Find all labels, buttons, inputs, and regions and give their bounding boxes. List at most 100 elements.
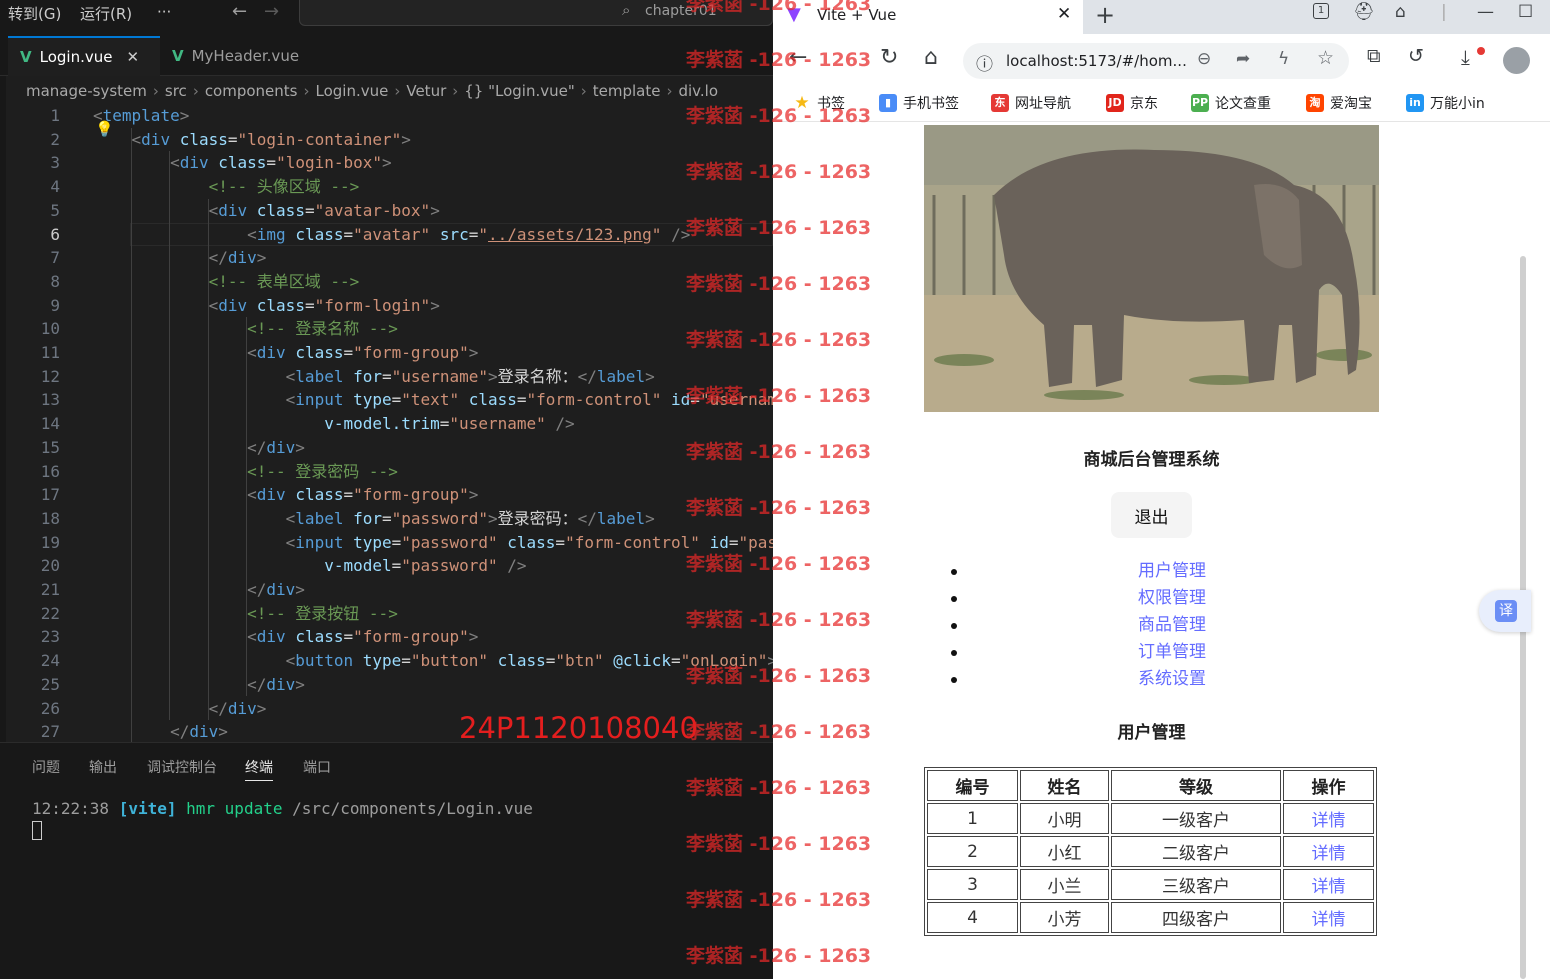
panel-tab-ports[interactable]: 端口 — [303, 757, 331, 777]
code-line[interactable]: 22 <!-- 登录按钮 --> — [0, 602, 773, 626]
code-line[interactable]: 21 </div> — [0, 578, 773, 602]
code-line[interactable]: 17 <div class="form-group"> — [0, 483, 773, 507]
code-line[interactable]: 6 <img class="avatar" src="../assets/123… — [0, 222, 773, 247]
reload-icon[interactable]: ↻ — [880, 45, 898, 70]
lightbulb-icon[interactable]: 💡 — [95, 120, 114, 138]
code-line[interactable]: 13 <input type="text" class="form-contro… — [0, 388, 773, 412]
breadcrumb-separator: › — [452, 82, 459, 100]
history-icon[interactable]: ↺ — [1408, 45, 1424, 67]
bookmark-item[interactable]: PP 论文查重 — [1191, 93, 1271, 113]
translate-icon[interactable]: 译 — [1495, 600, 1517, 622]
bookmark-item[interactable]: 东网址导航 — [991, 93, 1071, 113]
code-line[interactable]: 2 <div class="login-container"> — [0, 128, 773, 152]
incognito-icon[interactable]: ⛑ — [1353, 2, 1375, 22]
code-line[interactable]: 14 v-model.trim="username" /> — [0, 412, 773, 436]
panel-tab-output[interactable]: 输出 — [89, 757, 117, 777]
line-code: <div class="form-group"> — [247, 485, 479, 505]
line-number: 17 — [40, 485, 60, 505]
code-line[interactable]: 24 <button type="button" class="btn" @cl… — [0, 649, 773, 673]
tab-count-icon[interactable]: 1 — [1313, 3, 1329, 19]
code-line[interactable]: 8 <!-- 表单区域 --> — [0, 270, 773, 294]
menu-link[interactable]: 商品管理 — [1138, 612, 1206, 639]
menu-link[interactable]: 系统设置 — [1138, 666, 1206, 693]
panel-tab-debug-console[interactable]: 调试控制台 — [147, 757, 217, 777]
menu-goto[interactable]: 转到(G) — [8, 3, 61, 24]
extensions-pin-icon[interactable]: ⌂ — [1395, 2, 1406, 22]
code-line[interactable]: 15 </div> — [0, 436, 773, 460]
terminal-cursor[interactable] — [32, 821, 42, 840]
site-info-icon[interactable]: ⓘ — [976, 50, 993, 75]
menu-link[interactable]: 订单管理 — [1138, 639, 1206, 666]
maximize-icon[interactable]: ☐ — [1518, 2, 1533, 22]
code-line[interactable]: 23 <div class="form-group"> — [0, 625, 773, 649]
code-line[interactable]: 10 <!-- 登录名称 --> — [0, 317, 773, 341]
breadcrumb-item[interactable]: manage-system — [26, 82, 147, 100]
code-line[interactable]: 19 <input type="password" class="form-co… — [0, 531, 773, 555]
detail-link[interactable]: 详情 — [1283, 902, 1374, 933]
zoom-icon[interactable]: ⊖ — [1197, 49, 1211, 69]
code-editor[interactable]: 1 <template> 2 <div class="login-container… — [0, 104, 773, 742]
avatar-icon[interactable] — [1503, 47, 1530, 74]
lightning-icon[interactable]: ϟ — [1278, 49, 1289, 69]
breadcrumb-item[interactable]: template — [593, 82, 661, 100]
line-code: <div class="form-group"> — [247, 627, 479, 647]
home-icon[interactable]: ⌂ — [924, 45, 938, 70]
bookmark-item[interactable]: in 万能小in — [1406, 93, 1485, 113]
detail-link[interactable]: 详情 — [1283, 869, 1374, 900]
code-line[interactable]: 9 <div class="form-login"> — [0, 294, 773, 318]
breadcrumb-item[interactable]: Login.vue — [316, 82, 389, 100]
line-code: <div class="login-box"> — [170, 153, 392, 173]
breadcrumb-item[interactable]: {} "Login.vue" — [464, 82, 575, 100]
code-line[interactable]: 5 <div class="avatar-box"> — [0, 199, 773, 223]
menu-link[interactable]: 用户管理 — [1138, 558, 1206, 585]
code-line[interactable]: 20 v-model="password" /> — [0, 554, 773, 578]
extensions-icon[interactable]: ⧉ — [1367, 45, 1381, 67]
xiaoin-icon: in — [1406, 94, 1424, 112]
download-icon[interactable]: ⤓ — [1461, 45, 1470, 69]
bookmark-item[interactable]: ▮ 手机书签 — [879, 93, 959, 113]
bookmark-star-icon[interactable]: ☆ — [1317, 47, 1334, 69]
breadcrumb-item[interactable]: src — [165, 82, 187, 100]
code-line[interactable]: 4 <!-- 头像区域 --> — [0, 175, 773, 199]
panel-tab-problems[interactable]: 问题 — [32, 757, 60, 777]
close-icon[interactable]: ✕ — [126, 48, 139, 66]
menu-more[interactable]: ··· — [157, 3, 171, 21]
table-cell: 小芳 — [1020, 902, 1109, 933]
share-icon[interactable]: ➦ — [1236, 49, 1250, 69]
bullet-icon — [951, 623, 957, 629]
code-line[interactable]: 18 <label for="password">登录密码：</label> — [0, 507, 773, 531]
bookmark-item[interactable]: JD 京东 — [1106, 93, 1158, 113]
back-arrow-icon[interactable]: ← — [232, 1, 247, 22]
code-line[interactable]: 16 <!-- 登录密码 --> — [0, 460, 773, 484]
forward-arrow-icon[interactable]: → — [264, 1, 279, 22]
breadcrumb-item[interactable]: components — [205, 82, 298, 100]
code-line[interactable]: 1 <template> — [0, 104, 773, 128]
detail-link[interactable]: 详情 — [1283, 803, 1374, 834]
page-content: 商城后台管理系统 退出 用户管理 权限管理 商品管理 订单管理 系统设置 用户管理 编号… — [773, 122, 1520, 979]
logout-button[interactable]: 退出 — [1111, 492, 1192, 538]
tab-login-vue[interactable]: V Login.vue ✕ — [8, 36, 160, 76]
watermark-text: 李紫菡 -126 - 1263 — [686, 497, 872, 519]
code-line[interactable]: 11 <div class="form-group"> — [0, 341, 773, 365]
breadcrumb-item[interactable]: div.lo — [678, 82, 718, 100]
close-tab-icon[interactable]: ✕ — [1057, 4, 1071, 24]
new-tab-button[interactable]: + — [1095, 1, 1115, 29]
menu-link[interactable]: 权限管理 — [1138, 585, 1206, 612]
menu-run[interactable]: 运行(R) — [80, 3, 132, 24]
detail-link[interactable]: 详情 — [1283, 836, 1374, 867]
breadcrumb-item[interactable]: Vetur — [406, 82, 446, 100]
table-cell: 3 — [927, 869, 1018, 900]
code-line[interactable]: 12 <label for="username">登录名称：</label> — [0, 365, 773, 389]
table-cell: 小红 — [1020, 836, 1109, 867]
line-number: 18 — [40, 508, 60, 528]
panel-tab-terminal[interactable]: 终端 — [245, 757, 273, 781]
code-line[interactable]: 7 </div> — [0, 246, 773, 270]
code-line[interactable]: 3 <div class="login-box"> — [0, 151, 773, 175]
minimize-icon[interactable]: — — [1477, 2, 1494, 22]
code-line[interactable]: 25 </div> — [0, 673, 773, 697]
tab-myheader-vue[interactable]: V MyHeader.vue — [160, 36, 320, 76]
elephant-photo — [924, 125, 1379, 412]
line-code: </div> — [208, 698, 267, 718]
bookmark-item[interactable]: 淘爱淘宝 — [1306, 93, 1372, 113]
url-text[interactable]: localhost:5173/#/hom... — [1006, 52, 1187, 70]
